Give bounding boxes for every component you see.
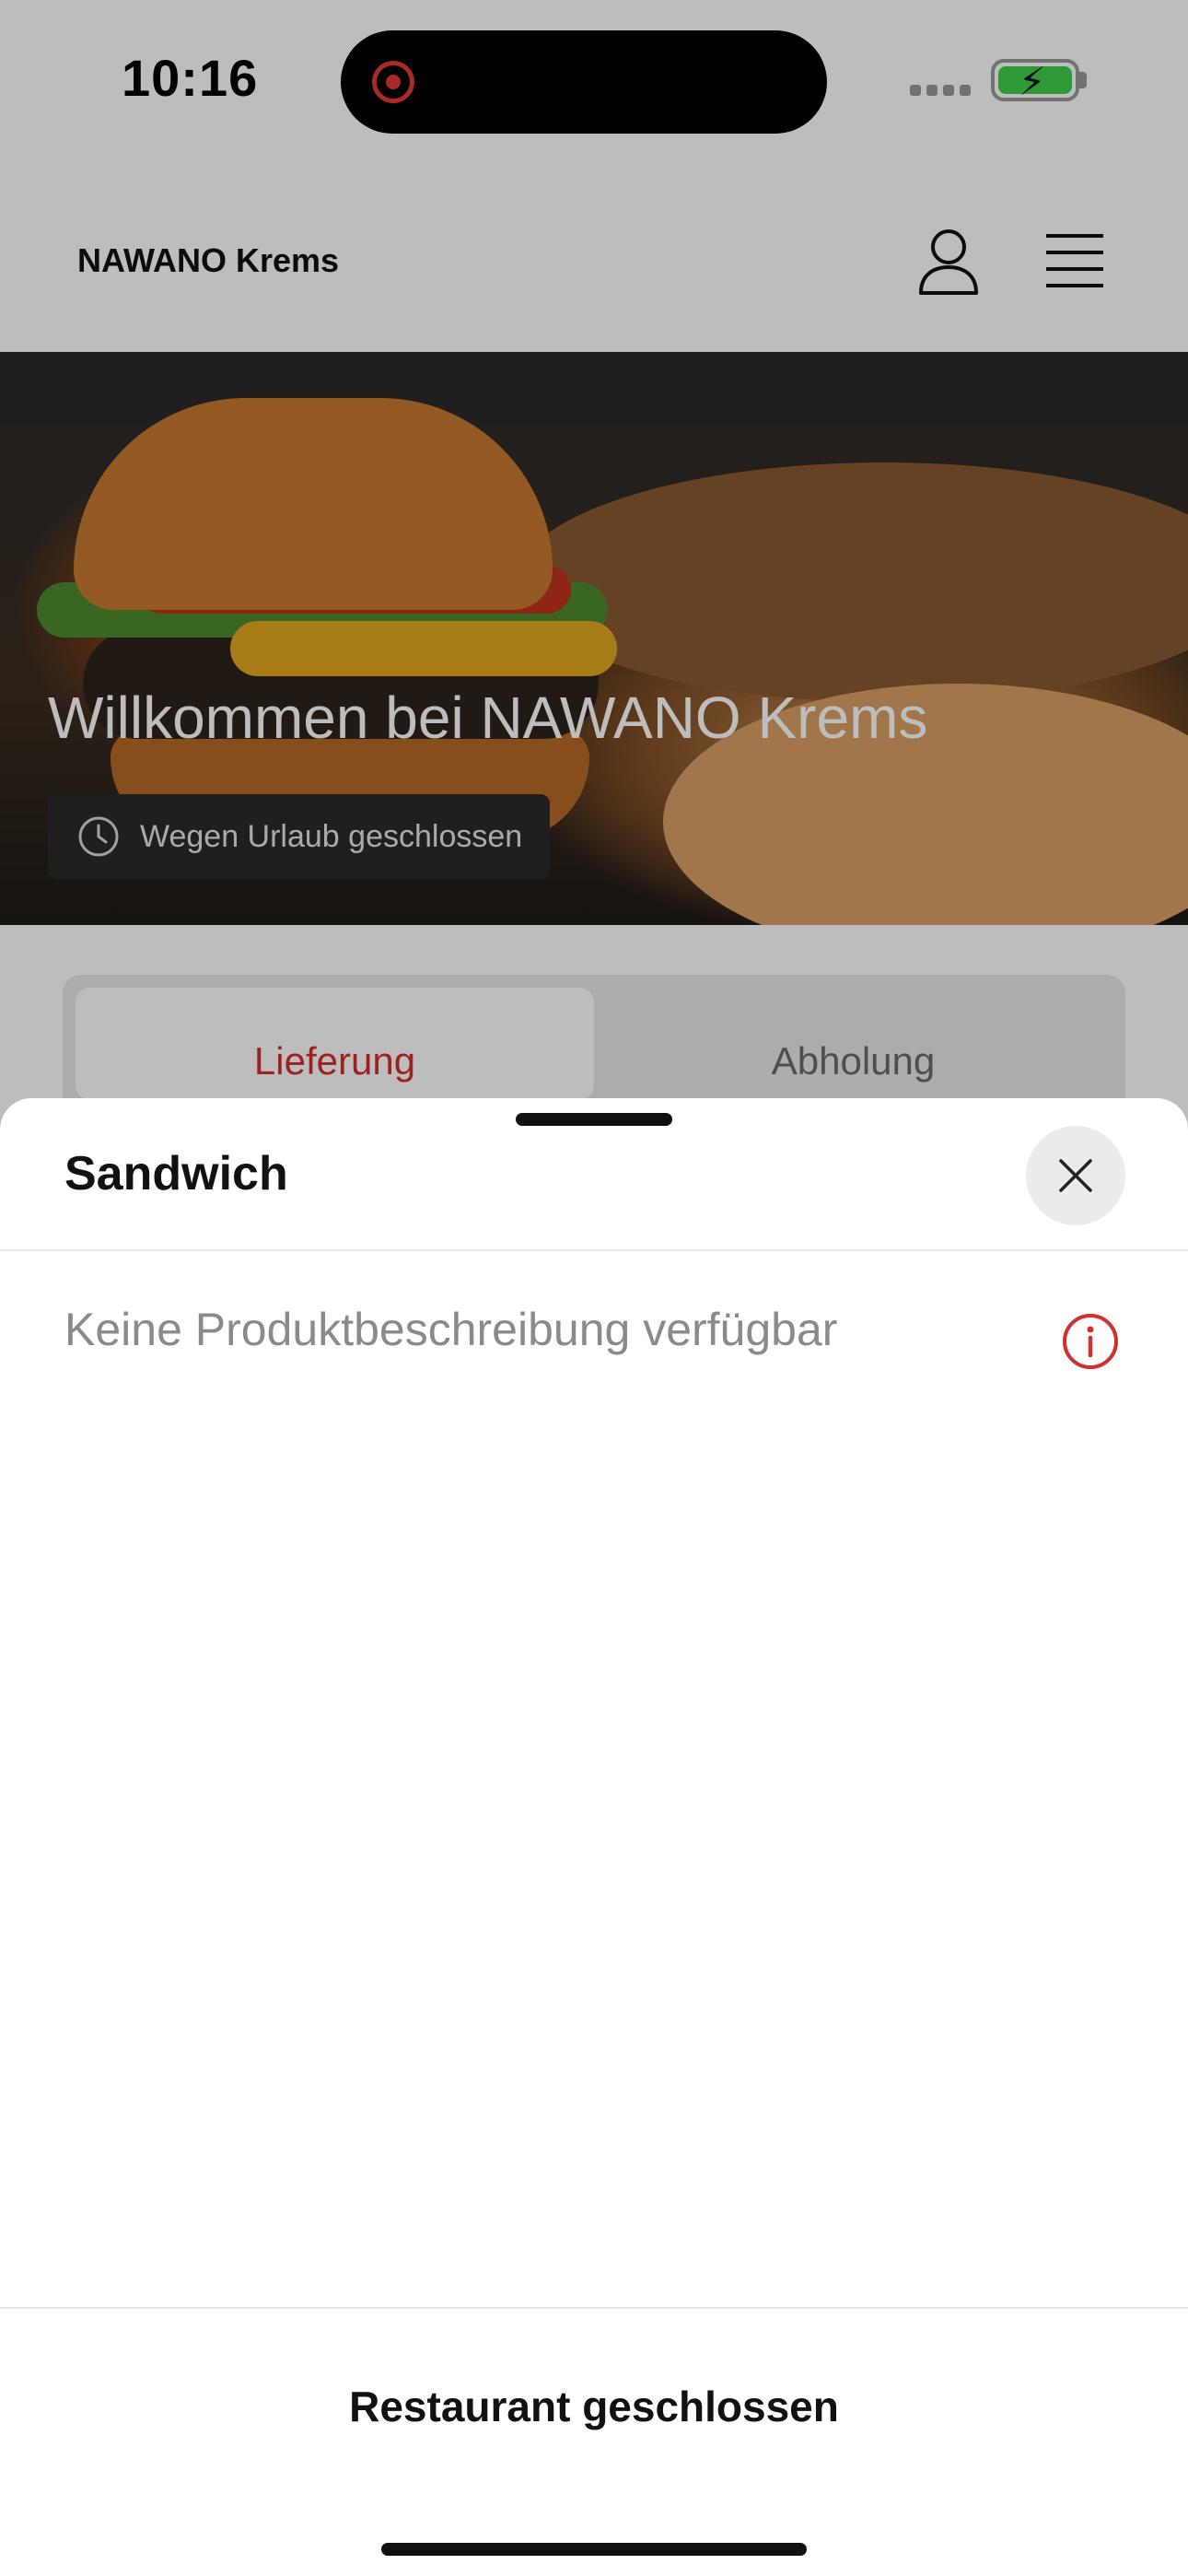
- sheet-grabber[interactable]: [516, 1113, 672, 1126]
- footer-divider: [0, 2307, 1188, 2309]
- info-icon[interactable]: [1061, 1312, 1120, 1371]
- home-indicator[interactable]: [381, 2543, 807, 2556]
- product-description: Keine Produktbeschreibung verfügbar: [64, 1304, 838, 1355]
- close-button[interactable]: [1026, 1126, 1125, 1225]
- product-sheet: Sandwich Keine Produktbeschreibung verfü…: [0, 1098, 1188, 2576]
- product-title: Sandwich: [64, 1147, 288, 1200]
- close-icon: [1059, 1159, 1092, 1192]
- sheet-divider: [0, 1249, 1188, 1251]
- restaurant-closed-button[interactable]: Restaurant geschlossen: [0, 2370, 1188, 2443]
